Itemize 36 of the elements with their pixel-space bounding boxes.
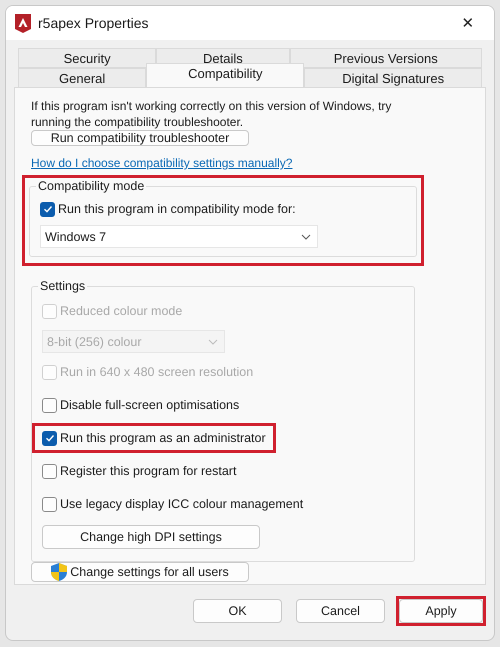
dpi-settings-button[interactable]: Change high DPI settings — [42, 525, 260, 549]
dialog-button[interactable]: OK — [193, 599, 282, 623]
chevron-down-icon — [301, 234, 311, 240]
checkbox-label: Use legacy display ICC colour management — [60, 497, 304, 511]
checkbox-label: Register this program for restart — [60, 464, 236, 478]
group-title: Compatibility mode — [36, 179, 146, 193]
check-icon — [44, 433, 54, 443]
shield-icon — [51, 563, 68, 581]
checkbox[interactable] — [42, 464, 57, 478]
checkbox-label: Run this program as an administrator — [60, 431, 266, 445]
help-link[interactable]: How do I choose compatibility settings manually? — [31, 156, 292, 170]
checkbox-label: Disable full-screen optimisations — [60, 398, 240, 412]
intro-text: If this program isn't working correctly on this version of Windows, try running the compatibility troubleshooter. — [31, 98, 392, 130]
check-icon — [42, 204, 52, 214]
checkbox-label: Run in 640 x 480 screen resolution — [60, 365, 254, 379]
checkbox[interactable] — [42, 398, 57, 412]
checkbox-label: Reduced colour mode — [60, 304, 182, 318]
tab[interactable]: Digital Signatures — [304, 68, 482, 88]
close-button[interactable]: ✕ — [450, 8, 486, 38]
app-icon — [15, 14, 31, 32]
all-users-button[interactable]: Change settings for all users — [31, 562, 249, 582]
window-title: r5apex Properties — [38, 15, 150, 31]
troubleshooter-button[interactable]: Run compatibility troubleshooter — [31, 130, 249, 146]
checkbox[interactable] — [42, 496, 57, 512]
group-title: Settings — [38, 279, 88, 293]
dialog-button[interactable]: Cancel — [296, 599, 385, 623]
tab[interactable]: Compatibility — [146, 63, 304, 87]
chevron-down-icon — [208, 338, 218, 344]
checkbox[interactable] — [42, 430, 57, 446]
dropdown[interactable]: Windows 7 — [40, 225, 318, 248]
tab[interactable]: Previous Versions — [290, 48, 482, 68]
checkbox[interactable] — [40, 202, 55, 216]
checkbox-label: Run this program in compatibility mode for: — [58, 202, 296, 216]
tab[interactable]: General — [18, 68, 146, 88]
tab[interactable]: Security — [18, 48, 156, 68]
dialog-button[interactable]: Apply — [399, 599, 483, 623]
